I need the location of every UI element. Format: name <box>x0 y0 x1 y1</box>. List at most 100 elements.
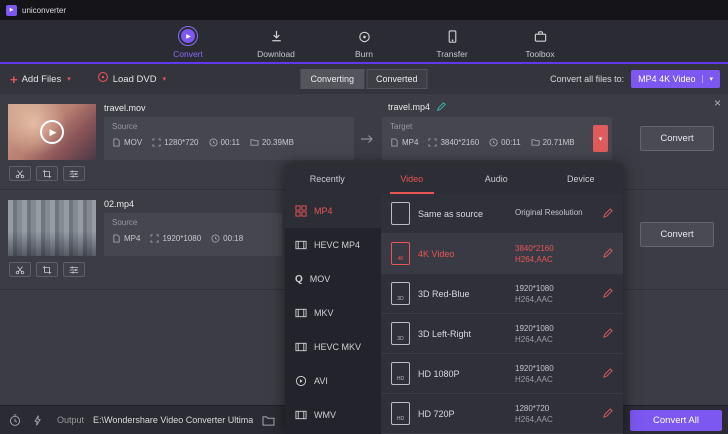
preset-hd-1080p[interactable]: HD HD 1080P 1920*1080 H264,AAC <box>381 354 623 394</box>
preset-file-icon: HD <box>391 362 410 385</box>
crop-icon[interactable] <box>36 166 58 181</box>
tab-device[interactable]: Device <box>539 164 624 194</box>
edit-pencil-icon[interactable] <box>599 206 615 222</box>
duration-value: 00:18 <box>211 234 243 243</box>
convert-button[interactable]: Convert <box>640 126 714 151</box>
download-icon <box>269 26 284 46</box>
tab-burn[interactable]: Burn <box>335 26 393 62</box>
tab-convert[interactable]: ▶ Convert <box>159 26 217 62</box>
output-format-select[interactable]: MP4 4K Video ▾ <box>631 70 720 88</box>
video-thumbnail[interactable]: ▶ <box>8 104 96 160</box>
play-icon: ▶ <box>40 120 64 144</box>
format-list: MP4 HEVC MP4 Q MOV MKV HEVC MKV <box>285 194 381 434</box>
crop-icon[interactable] <box>36 262 58 277</box>
high-speed-lightning-icon[interactable] <box>31 414 44 427</box>
converting-tab[interactable]: Converting <box>300 69 364 89</box>
app-title: uniconverter <box>22 6 66 15</box>
add-files-button[interactable]: + Add Files ▾ <box>10 73 71 86</box>
file-name: travel.mov <box>104 103 146 113</box>
format-item-avi[interactable]: AVI <box>285 364 381 398</box>
tab-recently[interactable]: Recently <box>285 164 370 194</box>
edit-toolbar <box>9 262 85 277</box>
tab-transfer-label: Transfer <box>436 49 467 59</box>
tab-toolbox[interactable]: Toolbox <box>511 26 569 62</box>
preset-file-icon <box>391 202 410 225</box>
effects-sliders-icon[interactable] <box>63 262 85 277</box>
effects-sliders-icon[interactable] <box>63 166 85 181</box>
burn-disc-icon <box>357 26 372 46</box>
format-value: MP4 <box>112 234 140 243</box>
resolution-value: 1920*1080 <box>150 234 201 243</box>
preset-hd-720p[interactable]: HD HD 720P 1280*720 H264,AAC <box>381 394 623 434</box>
queue-toggle: Converting Converted <box>300 69 427 89</box>
quicktime-icon: Q <box>295 274 303 285</box>
edit-pencil-icon[interactable] <box>599 366 615 382</box>
app-logo-icon: ▶ <box>6 5 17 16</box>
tab-convert-label: Convert <box>173 49 203 59</box>
preset-3d-red-blue[interactable]: 3D 3D Red-Blue 1920*1080 H264,AAC <box>381 274 623 314</box>
close-icon[interactable]: × <box>714 96 721 110</box>
convert-all-button[interactable]: Convert All <box>630 410 722 431</box>
load-dvd-button[interactable]: Load DVD ▾ <box>97 70 166 88</box>
edit-toolbar <box>9 166 85 181</box>
preset-file-icon: 4K <box>391 242 410 265</box>
app-window: ▶ uniconverter ▶ Convert Download Burn <box>0 0 728 434</box>
tab-audio[interactable]: Audio <box>454 164 539 194</box>
format-item-hevc-mp4[interactable]: HEVC MP4 <box>285 228 381 262</box>
filesize-value: 20.39MB <box>250 138 294 147</box>
chevron-down-icon: ▾ <box>163 75 167 83</box>
format-value: MOV <box>112 138 142 147</box>
tab-transfer[interactable]: Transfer <box>423 26 481 62</box>
convert-button[interactable]: Convert <box>640 222 714 247</box>
format-picker-popup: Recently Video Audio Device MP4 HEVC MP4… <box>285 164 623 434</box>
preset-3d-left-right[interactable]: 3D 3D Left-Right 1920*1080 H264,AAC <box>381 314 623 354</box>
edit-pencil-icon[interactable] <box>599 406 615 422</box>
format-item-mp4[interactable]: MP4 <box>285 194 381 228</box>
dvd-disc-icon <box>97 70 109 88</box>
target-file-name: travel.mp4 <box>388 102 430 112</box>
format-item-wmv[interactable]: WMV <box>285 398 381 432</box>
rename-pencil-icon[interactable] <box>436 102 446 112</box>
arrow-right-icon <box>360 132 374 150</box>
schedule-timer-icon[interactable] <box>8 413 22 427</box>
format-item-hevc-mkv[interactable]: HEVC MKV <box>285 330 381 364</box>
tab-download-label: Download <box>257 49 295 59</box>
chevron-down-icon: ▾ <box>702 75 713 83</box>
preset-file-icon: 3D <box>391 322 410 345</box>
format-picker-tabs: Recently Video Audio Device <box>285 164 623 194</box>
converted-tab[interactable]: Converted <box>366 69 428 89</box>
duration-value: 00:11 <box>489 138 520 147</box>
preset-file-icon: HD <box>391 402 410 425</box>
plus-icon: + <box>10 73 18 86</box>
filesize-value: 20.71MB <box>531 138 575 147</box>
edit-pencil-icon[interactable] <box>599 246 615 262</box>
tab-toolbox-label: Toolbox <box>525 49 554 59</box>
target-info-box: Target MP4 3840*2160 00:11 20.71MB ▾ <box>382 117 612 160</box>
source-info-box: Source MP4 1920*1080 00:18 <box>104 213 282 256</box>
preview-play-button[interactable]: ▶ <box>8 104 96 160</box>
open-folder-icon[interactable] <box>262 415 275 426</box>
format-item-mkv[interactable]: MKV <box>285 296 381 330</box>
video-thumbnail[interactable] <box>8 200 96 256</box>
edit-pencil-icon[interactable] <box>599 326 615 342</box>
tab-download[interactable]: Download <box>247 26 305 62</box>
resolution-value: 1280*720 <box>152 138 198 147</box>
resolution-value: 3840*2160 <box>428 138 479 147</box>
main-nav: ▶ Convert Download Burn Transfer <box>0 20 728 64</box>
format-value: MP4 <box>390 138 418 147</box>
trim-scissors-icon[interactable] <box>9 262 31 277</box>
titlebar: ▶ uniconverter <box>0 0 728 20</box>
toolbox-icon <box>533 26 548 46</box>
preset-4k-video[interactable]: 4K 4K Video 3840*2160 H264,AAC <box>381 234 623 274</box>
format-item-mov[interactable]: Q MOV <box>285 262 381 296</box>
duration-value: 00:11 <box>209 138 240 147</box>
preset-list: Same as source Original Resolution 4K 4K… <box>381 194 623 434</box>
preset-same-as-source[interactable]: Same as source Original Resolution <box>381 194 623 234</box>
trim-scissors-icon[interactable] <box>9 166 31 181</box>
file-name: 02.mp4 <box>104 199 134 209</box>
edit-pencil-icon[interactable] <box>599 286 615 302</box>
tab-video[interactable]: Video <box>370 164 455 194</box>
transfer-device-icon <box>445 26 460 46</box>
tab-burn-label: Burn <box>355 49 373 59</box>
target-format-dropdown[interactable]: ▾ <box>593 125 608 152</box>
